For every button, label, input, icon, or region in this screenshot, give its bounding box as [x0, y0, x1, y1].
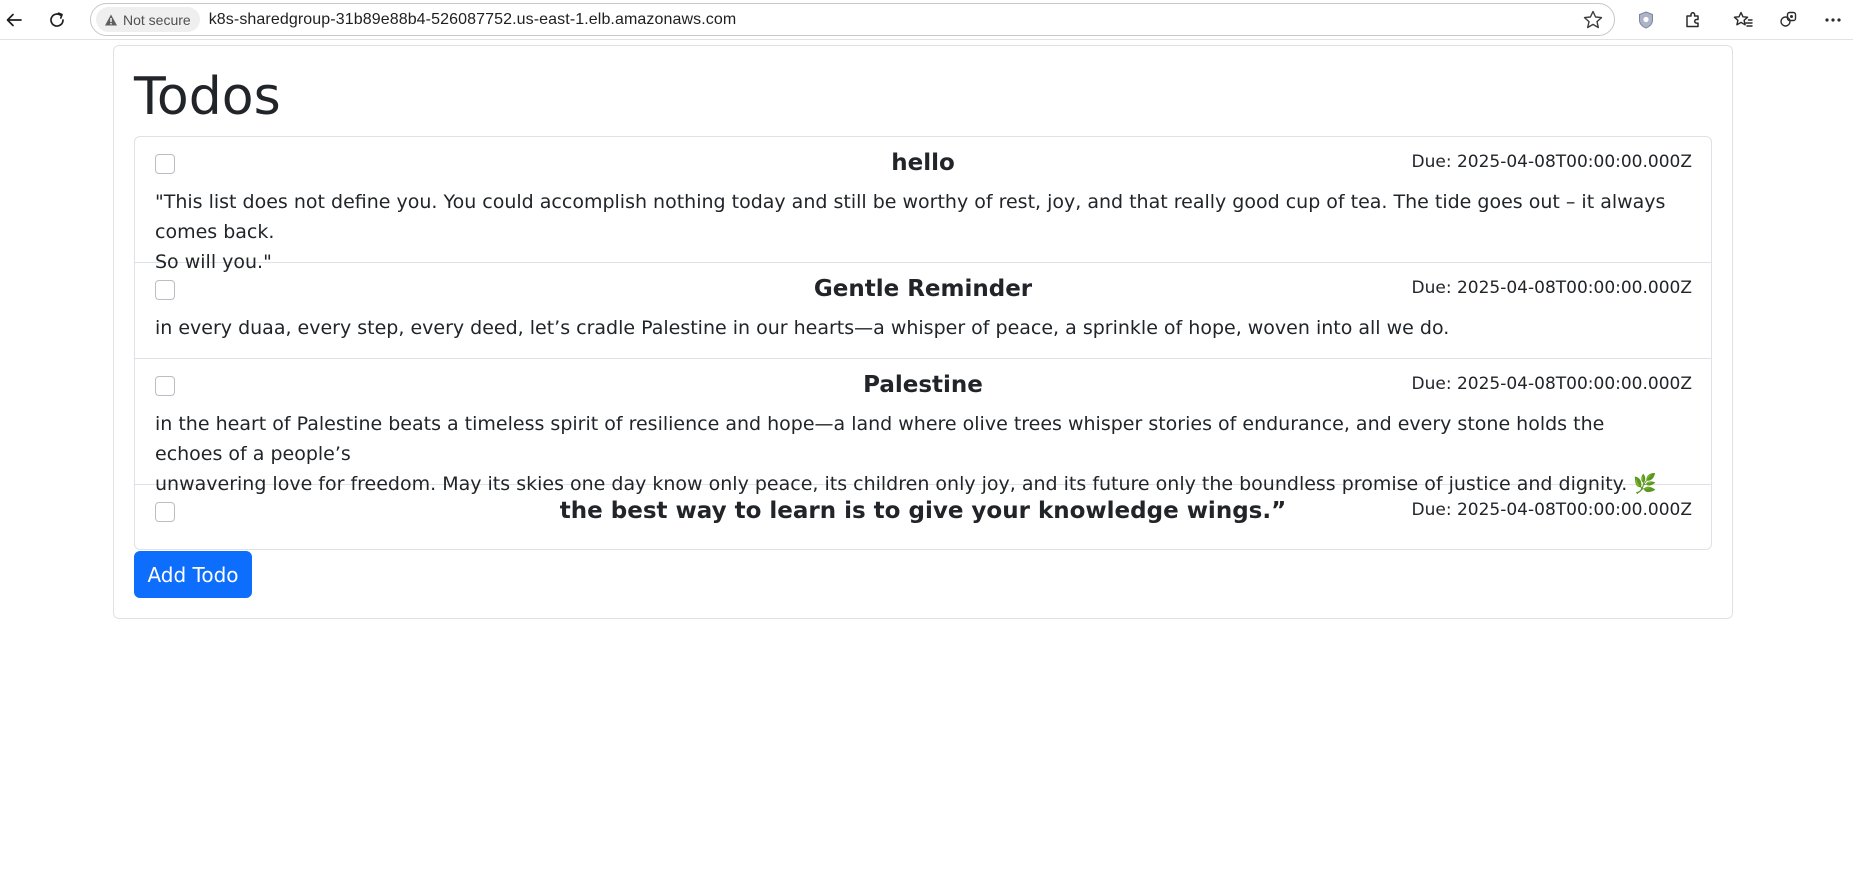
profile-button[interactable]: [1775, 7, 1801, 33]
back-button[interactable]: [0, 6, 28, 34]
reload-icon: [50, 12, 64, 27]
favorites-button[interactable]: [1730, 7, 1756, 33]
url-text[interactable]: k8s-sharedgroup-31b89e88b4-526087752.us-…: [209, 11, 737, 29]
security-label: Not secure: [123, 11, 191, 28]
security-indicator[interactable]: Not secure: [96, 7, 200, 32]
todo-due-date: Due: 2025-04-08T00:00:00.000Z: [1411, 374, 1692, 394]
shield-extension-button[interactable]: [1633, 7, 1659, 33]
todo-description-line: in every duaa, every step, every deed, l…: [155, 317, 1450, 339]
puzzle-icon: [1686, 11, 1699, 28]
warning-triangle-icon: [105, 14, 117, 25]
shield-icon: [1639, 11, 1653, 29]
todo-due-date: Due: 2025-04-08T00:00:00.000Z: [1411, 278, 1692, 298]
address-bar[interactable]: Not secure k8s-sharedgroup-31b89e88b4-52…: [90, 3, 1615, 36]
star-icon[interactable]: [1582, 9, 1604, 31]
todo-list: hello Due: 2025-04-08T00:00:00.000Z "Thi…: [134, 136, 1712, 550]
add-todo-button[interactable]: Add Todo: [134, 551, 252, 598]
todo-due-date: Due: 2025-04-08T00:00:00.000Z: [1411, 500, 1692, 520]
profile-icon: [1780, 11, 1797, 27]
back-arrow-icon: [6, 13, 22, 27]
more-menu-icon: [1825, 18, 1841, 22]
extensions-button[interactable]: [1680, 7, 1706, 33]
more-menu-button[interactable]: [1820, 7, 1846, 33]
todo-due-date: Due: 2025-04-08T00:00:00.000Z: [1411, 152, 1692, 172]
favorites-list-icon: [1733, 11, 1753, 27]
todo-description: in every duaa, every step, every deed, l…: [155, 313, 1671, 343]
todo-item: Palestine Due: 2025-04-08T00:00:00.000Z …: [135, 359, 1711, 495]
todo-item: the best way to learn is to give your kn…: [135, 485, 1711, 549]
todo-item: Gentle Reminder Due: 2025-04-08T00:00:00…: [135, 263, 1711, 359]
todo-description-line: "This list does not define you. You coul…: [155, 191, 1666, 243]
page-title: Todos: [134, 67, 281, 127]
browser-toolbar: Not secure k8s-sharedgroup-31b89e88b4-52…: [0, 0, 1853, 40]
todo-item: hello Due: 2025-04-08T00:00:00.000Z "Thi…: [135, 137, 1711, 273]
reload-button[interactable]: [43, 6, 71, 34]
todo-description-line: in the heart of Palestine beats a timele…: [155, 413, 1605, 465]
